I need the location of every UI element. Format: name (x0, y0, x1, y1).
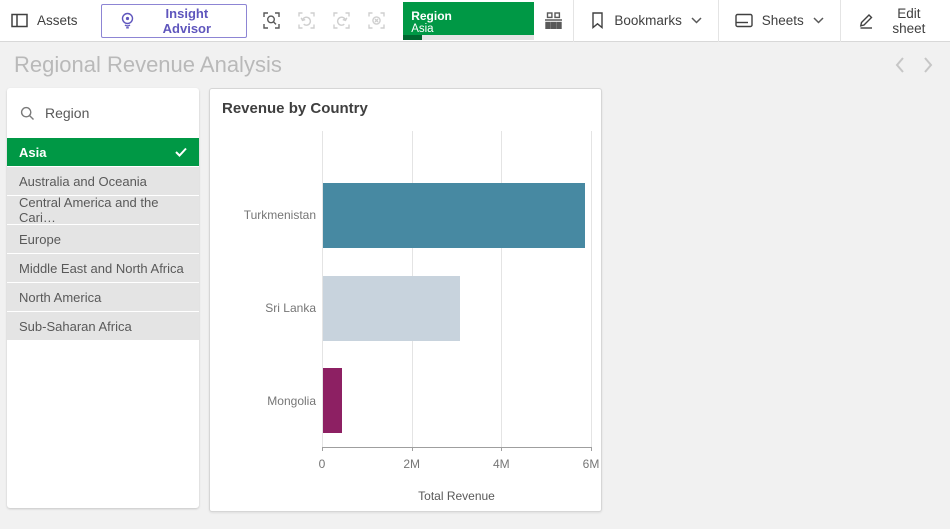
assets-label: Assets (37, 13, 78, 28)
list-item-central-america-and-the-cari[interactable]: Central America and the Cari… (7, 196, 199, 224)
selection-progress-fill (403, 35, 421, 40)
bookmarks-button[interactable]: Bookmarks (574, 0, 718, 41)
redo-icon[interactable] (324, 3, 359, 38)
sheets-icon (735, 13, 753, 28)
list-item-label: North America (19, 290, 101, 305)
filter-header: Region (7, 88, 199, 138)
bar-chart-plot: 02M4M6MTurkmenistanSri LankaMongoliaTota… (210, 89, 601, 511)
clear-selections-icon[interactable] (359, 3, 394, 38)
smart-search-icon[interactable] (254, 3, 289, 38)
chevron-right-icon[interactable] (922, 56, 934, 74)
sheet-titlebar: Regional Revenue Analysis (0, 42, 950, 88)
list-item-label: Europe (19, 232, 61, 247)
region-filter-pane: Region Asia Australia and Oceania Central … (7, 88, 199, 508)
checkmark-icon (175, 147, 187, 157)
category-label: Sri Lanka (210, 301, 316, 315)
search-icon[interactable] (20, 106, 35, 121)
list-item-label: Asia (19, 145, 46, 160)
chevron-down-icon (691, 17, 702, 24)
insight-advisor-label: Insight Advisor (145, 6, 230, 36)
list-item-europe[interactable]: Europe (7, 225, 199, 253)
sheets-label: Sheets (762, 13, 804, 28)
category-label: Mongolia (210, 394, 316, 408)
list-item-label: Australia and Oceania (19, 174, 147, 189)
chevron-left-icon[interactable] (894, 56, 906, 74)
list-item-sub-saharan-africa[interactable]: Sub-Saharan Africa (7, 312, 199, 340)
edit-sheet-label: Edit sheet (884, 6, 934, 36)
region-list: Asia Australia and Oceania Central America… (7, 138, 199, 340)
list-item-north-america[interactable]: North America (7, 283, 199, 311)
undo-icon[interactable] (289, 3, 324, 38)
edit-pencil-icon (857, 12, 875, 29)
insight-advisor-icon (119, 12, 136, 29)
bar-turkmenistan[interactable] (323, 183, 585, 248)
insight-advisor-button[interactable]: Insight Advisor (101, 4, 248, 38)
edit-sheet-button[interactable]: Edit sheet (841, 0, 950, 41)
x-axis-title: Total Revenue (357, 489, 557, 503)
selection-chip-field: Region (411, 9, 526, 23)
gridline (501, 131, 502, 447)
assets-panel-icon (11, 13, 28, 28)
top-toolbar: Assets Insight Advisor (0, 0, 950, 42)
selection-progress-bar (403, 35, 534, 40)
bookmarks-label: Bookmarks (614, 13, 682, 28)
chevron-down-icon (813, 17, 824, 24)
gridline (591, 131, 592, 447)
x-tick-label: 6M (569, 457, 613, 471)
selection-chip-region[interactable]: Region Asia (403, 2, 534, 40)
list-item-label: Central America and the Cari… (19, 195, 187, 225)
list-item-label: Middle East and North Africa (19, 261, 184, 276)
list-item-label: Sub-Saharan Africa (19, 319, 132, 334)
list-item-asia[interactable]: Asia (7, 138, 199, 166)
x-tick-label: 2M (390, 457, 434, 471)
x-axis-line (322, 447, 592, 448)
bar-mongolia[interactable] (323, 368, 342, 433)
selections-tool-icon[interactable] (534, 3, 573, 38)
sheets-button[interactable]: Sheets (719, 0, 840, 41)
assets-button[interactable]: Assets (0, 0, 90, 41)
bookmark-icon (590, 12, 605, 29)
x-tick-label: 4M (479, 457, 523, 471)
x-tick-label: 0 (300, 457, 344, 471)
page-title: Regional Revenue Analysis (14, 52, 282, 78)
bar-sri-lanka[interactable] (323, 276, 460, 341)
revenue-chart-card: Revenue by Country 02M4M6MTurkmenistanSr… (209, 88, 602, 512)
list-item-australia-and-oceania[interactable]: Australia and Oceania (7, 167, 199, 195)
filter-title: Region (45, 105, 89, 121)
category-label: Turkmenistan (210, 208, 316, 222)
list-item-middle-east-and-north-africa[interactable]: Middle East and North Africa (7, 254, 199, 282)
